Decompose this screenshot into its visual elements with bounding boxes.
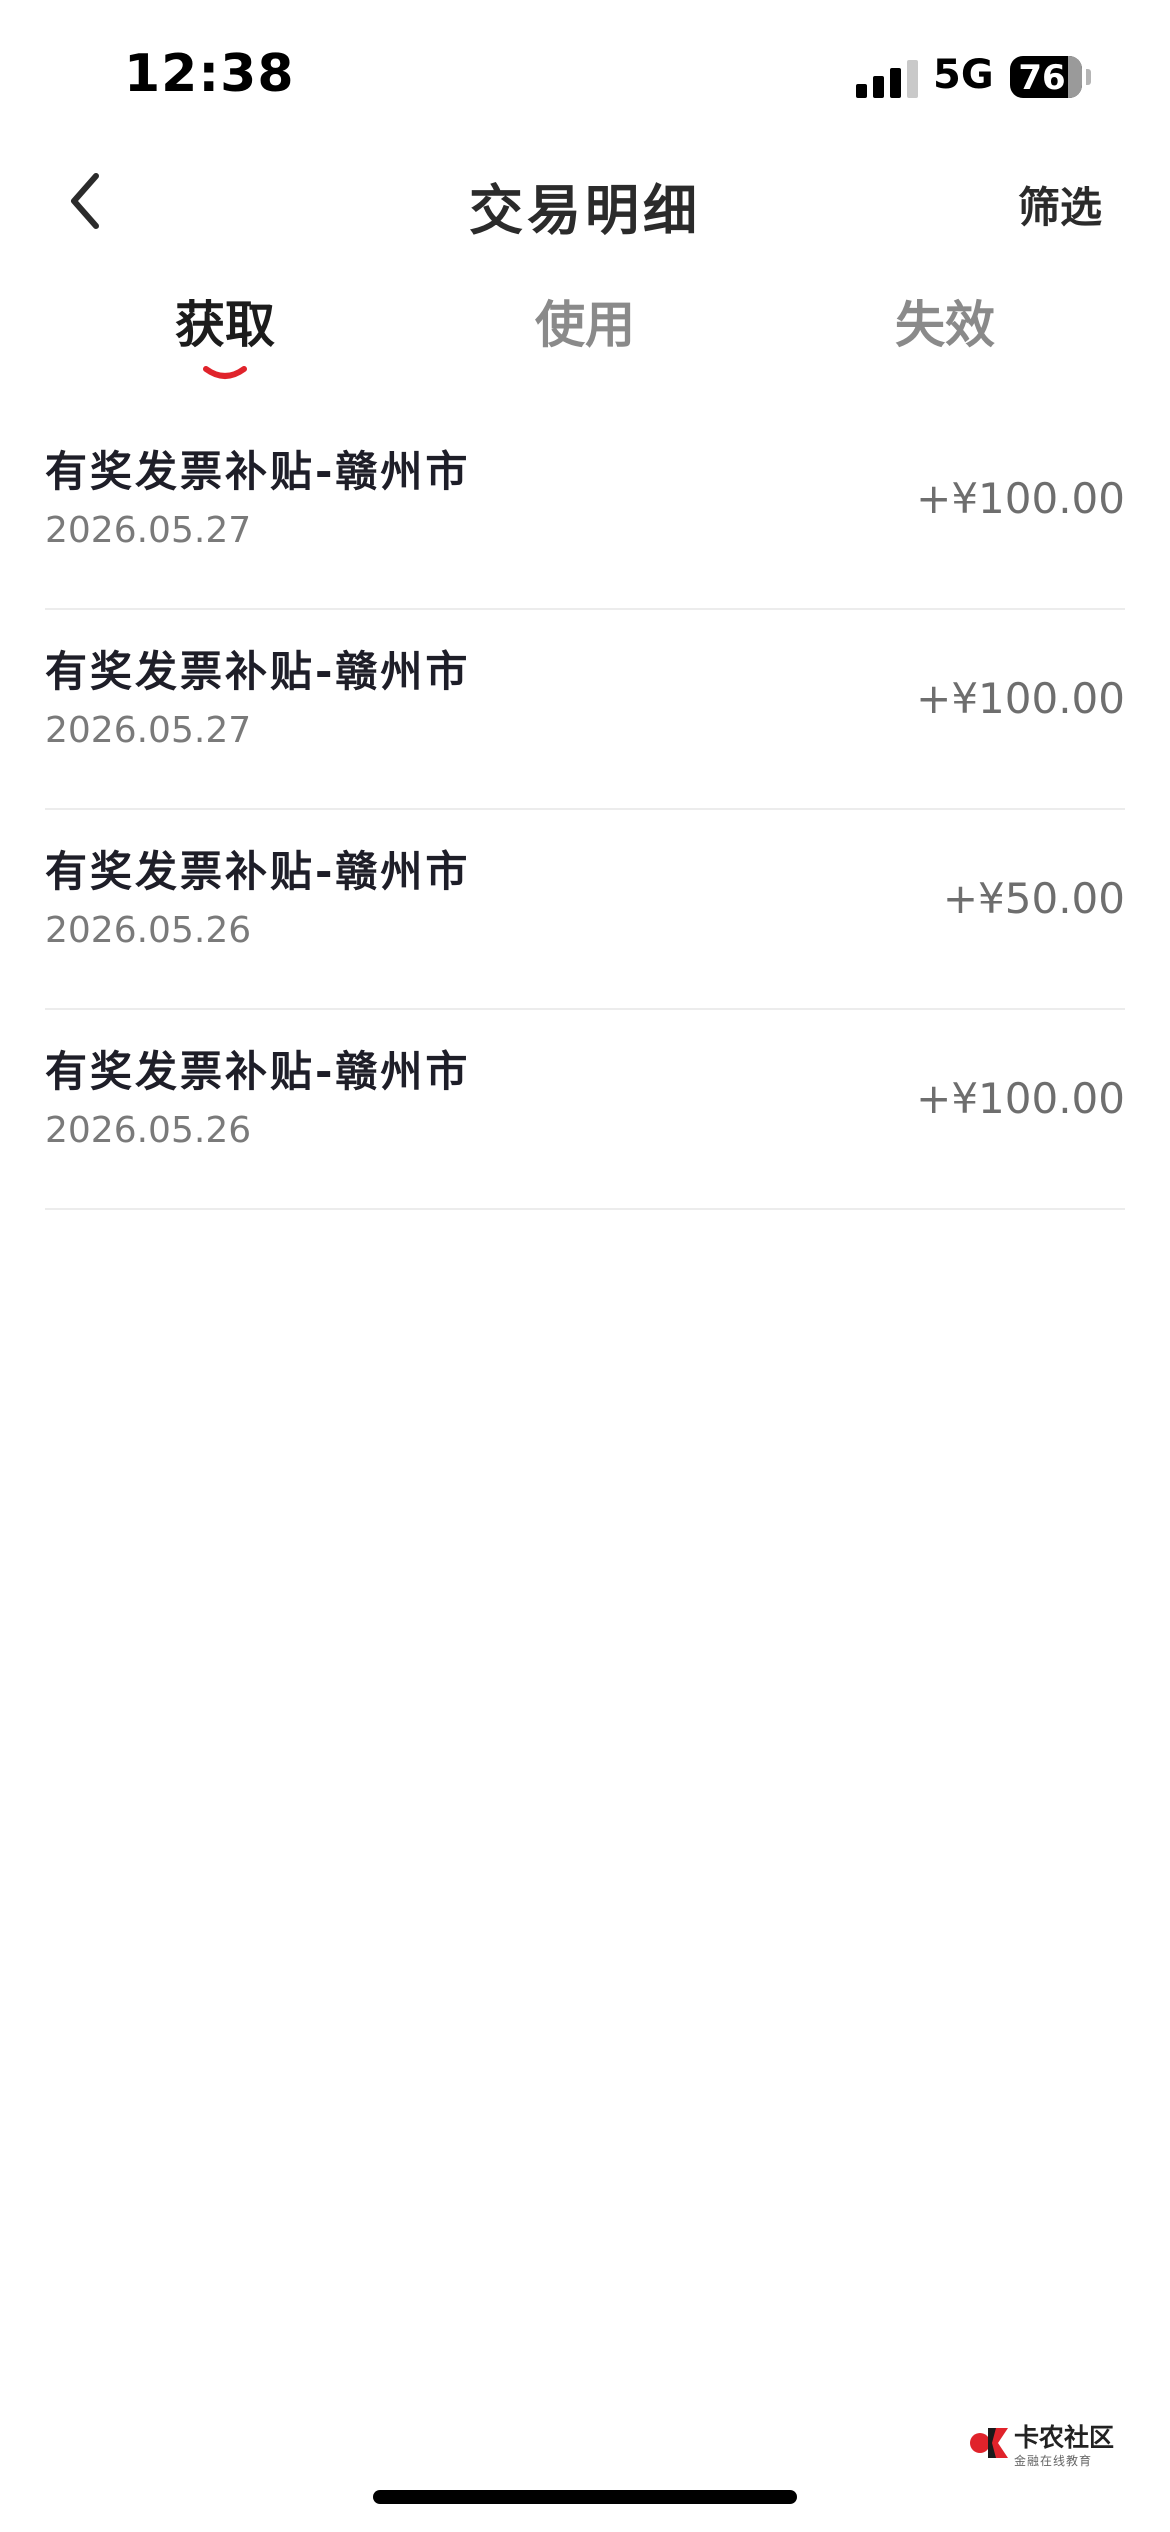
network-type: 5G — [933, 52, 994, 98]
status-time: 12:38 — [124, 44, 295, 104]
cellular-signal-icon — [856, 58, 920, 98]
transaction-list: 有奖发票补贴-赣州市 2026.05.27 +¥100.00 有奖发票补贴-赣州… — [45, 410, 1125, 1210]
transaction-amount: +¥100.00 — [916, 1074, 1125, 1123]
filter-button[interactable]: 筛选 — [1018, 174, 1102, 235]
transaction-date: 2026.05.26 — [45, 1110, 252, 1151]
watermark-logo-icon — [970, 2428, 1008, 2458]
list-item[interactable]: 有奖发票补贴-赣州市 2026.05.26 +¥100.00 — [45, 1010, 1125, 1210]
transaction-date: 2026.05.26 — [45, 910, 252, 951]
watermark: 卡农社区 金融在线教育 — [968, 2418, 1118, 2478]
list-item[interactable]: 有奖发票补贴-赣州市 2026.05.26 +¥50.00 — [45, 810, 1125, 1010]
transaction-title: 有奖发票补贴-赣州市 — [45, 847, 471, 896]
transaction-title: 有奖发票补贴-赣州市 — [45, 447, 471, 496]
transaction-amount: +¥50.00 — [942, 874, 1125, 923]
page-title: 交易明细 — [469, 179, 701, 242]
navigation-bar: 交易明细 筛选 — [0, 150, 1170, 250]
tab-obtain[interactable]: 获取 — [75, 285, 375, 357]
watermark-subtext: 金融在线教育 — [1014, 2454, 1093, 2468]
watermark-text: 卡农社区 — [1014, 2423, 1115, 2452]
battery-level: 76 — [1018, 58, 1066, 98]
back-button[interactable] — [60, 166, 120, 236]
transaction-amount: +¥100.00 — [916, 674, 1125, 723]
list-item[interactable]: 有奖发票补贴-赣州市 2026.05.27 +¥100.00 — [45, 410, 1125, 610]
tab-expired[interactable]: 失效 — [795, 285, 1095, 357]
battery-icon: 76 — [1010, 56, 1082, 98]
active-tab-indicator — [203, 366, 247, 379]
transaction-title: 有奖发票补贴-赣州市 — [45, 1047, 471, 1096]
battery-cap — [1086, 69, 1091, 85]
tab-bar: 获取 使用 失效 — [0, 285, 1170, 395]
home-indicator — [373, 2490, 797, 2504]
transaction-date: 2026.05.27 — [45, 510, 252, 551]
chevron-left-icon — [71, 173, 99, 229]
transaction-date: 2026.05.27 — [45, 710, 252, 751]
tab-use[interactable]: 使用 — [435, 285, 735, 357]
transaction-amount: +¥100.00 — [916, 474, 1125, 523]
transaction-details-screen: 12:38 5G 76 交易明细 筛选 获取 使用 失效 有奖发票补贴-赣州市 … — [0, 0, 1170, 2532]
transaction-title: 有奖发票补贴-赣州市 — [45, 647, 471, 696]
status-bar: 12:38 5G 76 — [0, 0, 1170, 150]
list-item[interactable]: 有奖发票补贴-赣州市 2026.05.27 +¥100.00 — [45, 610, 1125, 810]
